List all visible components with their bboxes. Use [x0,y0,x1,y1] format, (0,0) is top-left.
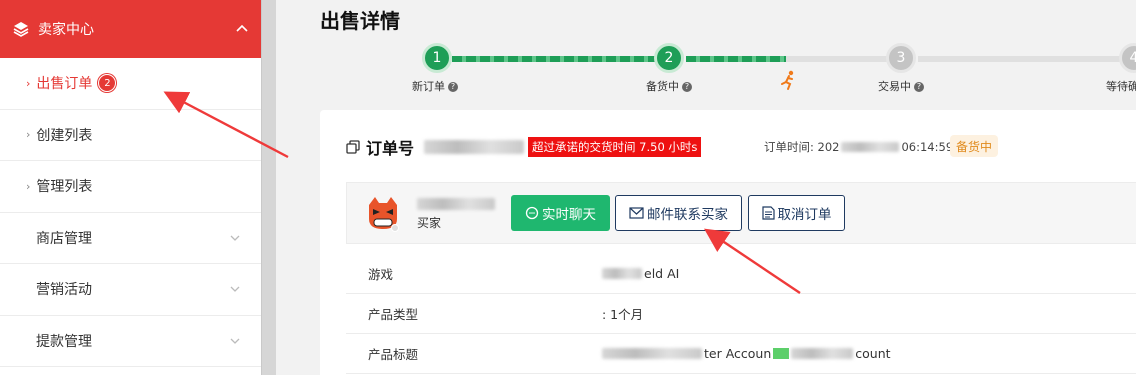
mail-icon [629,207,644,219]
document-icon [761,206,775,220]
chevron-up-icon[interactable] [235,22,249,36]
detail-row-product-title: 产品标题 ter Accoun count [346,334,1136,374]
chevron-down-icon [230,286,240,293]
cancel-order-button[interactable]: 取消订单 [748,195,845,231]
avatar [369,197,399,232]
order-time: 订单时间: 202 06:14:59 [764,139,953,155]
step-circle-4: 4 [1119,43,1136,73]
sidebar-item-label: 出售订单 [36,76,93,93]
buyer-role: 买家 [417,216,442,230]
detail-row-product-type: 产品类型 : 1个月 [346,294,1136,334]
step-label-1: 新订单? [412,78,458,94]
redacted-value [602,348,702,359]
chevron-right-icon: › [26,76,31,90]
step-circle-2: 2 [654,43,684,73]
redacted-value [602,268,642,279]
sidebar-item-marketing[interactable]: 营销活动 [0,264,261,316]
help-icon[interactable]: ? [682,82,692,92]
sidebar-item-label: 营销活动 [36,282,92,299]
help-icon[interactable]: ? [914,82,924,92]
cancel-order-label: 取消订单 [777,207,832,223]
help-icon[interactable]: ? [448,82,458,92]
sidebar-item-sell-orders[interactable]: › 出售订单 2 [0,58,261,110]
sidebar-item-label: 创建列表 [36,127,93,144]
sidebar-item-label: 提款管理 [36,333,92,350]
step-label-text: 交易中 [878,80,911,93]
live-chat-label: 实时聊天 [542,207,596,223]
progress-stepper: 1 2 3 4 新订单? 备货中? 交易中? 等待确 [276,40,1136,100]
email-buyer-label: 邮件联系买家 [647,207,728,223]
overdue-warning: 超过承诺的交货时间 7.50 小时s [528,137,702,157]
layers-icon [13,22,29,37]
detail-key: 产品标题 [368,347,419,362]
status-badge: 备货中 [950,135,999,157]
chevron-down-icon [230,338,240,344]
detail-value-text: count [855,346,891,361]
step-label-4: 等待确 [1106,78,1136,94]
detail-key: 游戏 [368,267,394,282]
order-number-row: 订单号 [346,136,525,158]
detail-value: : 1个月 [602,307,644,322]
step-connector [686,56,786,62]
detail-value-text: eld AI [644,266,680,281]
step-connector [452,56,672,62]
sidebar-item-withdrawal[interactable]: 提款管理 [0,316,261,367]
copy-icon[interactable] [346,140,360,154]
email-buyer-button[interactable]: 邮件联系买家 [615,195,742,231]
order-number-label: 订单号 [366,139,415,158]
count-badge: 2 [98,74,117,93]
sidebar: 卖家中心 › 出售订单 2 › 创建列表 › 管理列表 商店管理 营销活动 提款… [0,0,261,375]
detail-row-game: 游戏 eld AI [346,254,1136,294]
detail-value: eld AI [602,266,679,281]
app-root: 卖家中心 › 出售订单 2 › 创建列表 › 管理列表 商店管理 营销活动 提款… [0,0,1136,375]
step-circle-3: 3 [886,43,916,73]
runner-icon [781,70,794,90]
chevron-down-icon [230,235,240,241]
chevron-right-icon: › [26,179,31,193]
buyer-panel: 买家 实时聊天 邮件联系买家 取消订单 [346,182,1136,244]
chevron-right-icon: › [26,128,31,142]
step-label-text: 新订单 [412,80,445,93]
step-label-2: 备货中? [646,78,692,94]
redacted-buyer-name [417,198,495,210]
detail-value: ter Accoun count [602,346,891,361]
sidebar-item-label: 管理列表 [36,179,93,196]
step-label-text: 等待确 [1106,80,1136,93]
detail-key: 产品类型 [368,307,419,322]
redacted-order-number [424,140,525,154]
main-content: 出售详情 1 2 3 4 新订单? 备货中? 交易中? 等待确 订单号 超过承诺… [276,0,1136,375]
buyer-name [417,195,495,214]
sidebar-header-seller-center[interactable]: 卖家中心 [0,0,261,58]
sidebar-splitter[interactable] [261,0,276,375]
redacted-date [841,142,900,152]
sidebar-item-label: 商店管理 [36,230,92,247]
step-circle-1: 1 [422,43,452,73]
sidebar-item-create-listing[interactable]: › 创建列表 [0,110,261,161]
step-connector [918,56,1136,62]
step-label-text: 备货中 [646,80,679,93]
order-time-label: 订单时间: 202 [764,140,840,154]
order-time-tail: 06:14:59 [901,140,954,154]
order-card: 订单号 超过承诺的交货时间 7.50 小时s 订单时间: 202 06:14:5… [320,110,1136,375]
detail-value-text: ter Accoun [704,346,772,361]
redacted-value [791,348,854,359]
step-label-3: 交易中? [878,78,924,94]
page-title: 出售详情 [320,9,400,33]
sidebar-header-label: 卖家中心 [38,22,94,38]
sidebar-item-manage-listing[interactable]: › 管理列表 [0,161,261,213]
highlight-mark [773,348,790,359]
live-chat-button[interactable]: 实时聊天 [511,195,610,231]
sidebar-item-store-management[interactable]: 商店管理 [0,213,261,264]
chat-icon [525,206,539,220]
